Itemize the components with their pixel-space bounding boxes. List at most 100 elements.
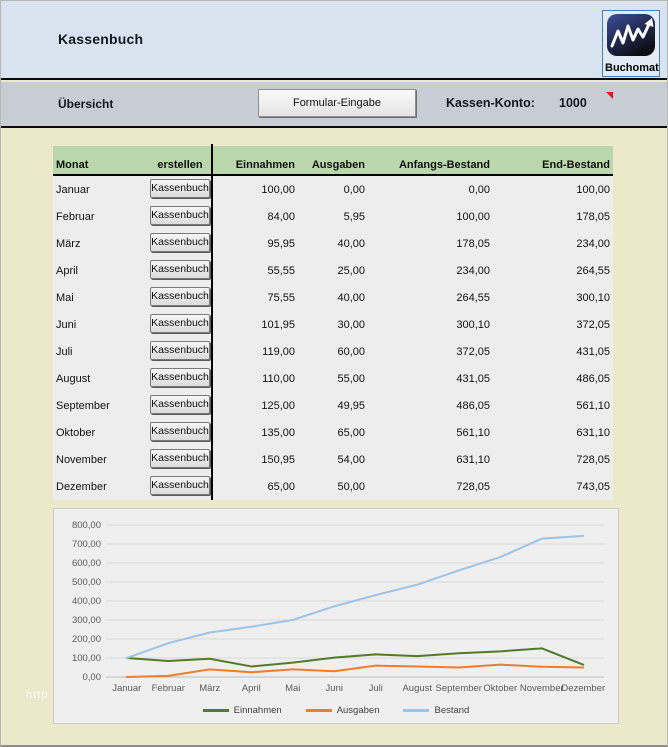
table-row: Februar Kassenbuch 84,00 5,95 100,00 178,05: [53, 203, 613, 230]
einnahmen-value: 150,95: [261, 453, 295, 466]
kassenbuch-button[interactable]: Kassenbuch: [150, 286, 210, 306]
header-ausgaben: Ausgaben: [311, 159, 365, 171]
section-label: Übersicht: [58, 97, 114, 111]
kassenbuch-button[interactable]: Kassenbuch: [150, 448, 210, 468]
table-row: Dezember Kassenbuch 65,00 50,00 728,05 743,05: [53, 473, 613, 500]
month-label: Mai: [56, 291, 74, 304]
einnahmen-value: 100,00: [261, 183, 295, 196]
kassenbuch-window: { "window": { "title": "Kassenbuch" }, "…: [0, 0, 668, 747]
einnahmen-value: 119,00: [262, 345, 295, 358]
x-tick-label: Februar: [152, 683, 185, 694]
x-tick-label: Mai: [285, 683, 300, 694]
toolbar: Übersicht Formular-Eingabe Kassen-Konto:…: [1, 82, 667, 128]
app-header: Kassenbuch Buchomat: [1, 1, 667, 80]
end-bestand-value: 743,05: [576, 480, 610, 493]
months-table: Monat erstellen Einnahmen Ausgaben Anfan…: [53, 144, 613, 500]
legend-label: Ausgaben: [336, 705, 380, 716]
page-title: Kassenbuch: [58, 31, 144, 47]
month-label: Januar: [56, 183, 90, 196]
y-tick-label: 200,00: [72, 634, 101, 645]
einnahmen-value: 75,55: [267, 291, 295, 304]
series-line-einnahmen: [125, 647, 585, 668]
x-tick-label: Januar: [112, 683, 141, 694]
table-row: Juni Kassenbuch 101,95 30,00 300,10 372,05: [53, 311, 613, 338]
ausgaben-value: 55,00: [337, 372, 365, 385]
x-tick-label: Dezember: [561, 683, 605, 694]
einnahmen-value: 125,00: [261, 399, 295, 412]
logo-brand-text: Buchomat: [605, 62, 659, 74]
y-tick-label: 300,00: [72, 615, 101, 626]
kassenbuch-button[interactable]: Kassenbuch: [150, 178, 210, 198]
table-body: Januar Kassenbuch 100,00 0,00 0,00 100,00 Febr…: [53, 176, 613, 500]
legend-line-swatch: [305, 709, 332, 712]
table-row: September Kassenbuch 125,00 49,95 486,05 561,…: [53, 392, 613, 419]
header-monat: Monat: [56, 159, 89, 171]
y-tick-label: 600,00: [72, 558, 101, 569]
end-bestand-value: 431,05: [576, 345, 610, 358]
kassen-konto-value: 1000: [559, 96, 587, 110]
series-line-bestand: [125, 534, 585, 659]
einnahmen-value: 65,00: [267, 480, 295, 493]
month-label: September: [56, 399, 110, 412]
month-label: Februar: [56, 210, 95, 223]
einnahmen-value: 101,95: [261, 318, 295, 331]
month-label: April: [56, 264, 79, 277]
legend-line-swatch: [202, 709, 229, 712]
anfangs-bestand-value: 100,00: [456, 210, 490, 223]
month-label: Juli: [56, 345, 73, 358]
ausgaben-value: 40,00: [337, 291, 365, 304]
einnahmen-value: 55,55: [267, 264, 295, 277]
ausgaben-value: 0,00: [343, 183, 365, 196]
kassenbuch-button[interactable]: Kassenbuch: [150, 475, 210, 495]
table-row: Juli Kassenbuch 119,00 60,00 372,05 431,05: [53, 338, 613, 365]
table-row: November Kassenbuch 150,95 54,00 631,10 728,0…: [53, 446, 613, 473]
kassenbuch-chart: 0,00 100,00 200,00 300,00 400,00 500,00 600,00…: [53, 508, 619, 724]
y-tick-label: 500,00: [72, 577, 101, 588]
kassenbuch-button[interactable]: Kassenbuch: [150, 421, 210, 441]
watermark-text: http: [26, 689, 49, 701]
anfangs-bestand-value: 431,05: [456, 372, 490, 385]
y-tick-label: 400,00: [72, 596, 101, 607]
month-label: November: [56, 453, 107, 466]
einnahmen-value: 84,00: [267, 210, 295, 223]
legend-item: Ausgaben: [305, 705, 380, 716]
end-bestand-value: 100,00: [576, 183, 610, 196]
einnahmen-value: 110,00: [262, 372, 295, 385]
kassenbuch-button[interactable]: Kassenbuch: [150, 394, 210, 414]
x-tick-label: April: [242, 683, 261, 694]
y-tick-label: 800,00: [72, 520, 101, 531]
ausgaben-value: 65,00: [337, 426, 365, 439]
end-bestand-value: 372,05: [576, 318, 610, 331]
end-bestand-value: 178,05: [576, 210, 610, 223]
buchomat-logo: Buchomat: [602, 10, 660, 77]
kassenbuch-button[interactable]: Kassenbuch: [150, 313, 210, 333]
chart-plot: 0,00 100,00 200,00 300,00 400,00 500,00 600,00…: [72, 520, 605, 694]
legend-item: Bestand: [403, 705, 469, 716]
column-divider: [211, 144, 213, 500]
table-row: August Kassenbuch 110,00 55,00 431,05 486,05: [53, 365, 613, 392]
einnahmen-value: 135,00: [261, 426, 295, 439]
legend-line-swatch: [403, 709, 430, 712]
y-tick-label: 0,00: [83, 672, 102, 683]
header-einnahmen: Einnahmen: [235, 159, 295, 171]
x-tick-label: Oktober: [483, 683, 517, 694]
x-tick-label: Juni: [326, 683, 343, 694]
kassen-konto-label: Kassen-Konto:: [446, 96, 535, 110]
anfangs-bestand-value: 300,10: [456, 318, 490, 331]
x-tick-label: März: [199, 683, 220, 694]
end-bestand-value: 300,10: [576, 291, 610, 304]
kassenbuch-button[interactable]: Kassenbuch: [150, 367, 210, 387]
ausgaben-value: 50,00: [337, 480, 365, 493]
y-tick-label: 100,00: [72, 653, 101, 664]
table-row: Januar Kassenbuch 100,00 0,00 0,00 100,00: [53, 176, 613, 203]
end-bestand-value: 728,05: [576, 453, 610, 466]
anfangs-bestand-value: 178,05: [456, 237, 490, 250]
formular-eingabe-button[interactable]: Formular-Eingabe: [258, 89, 416, 117]
einnahmen-value: 95,95: [267, 237, 295, 250]
kassenbuch-button[interactable]: Kassenbuch: [150, 259, 210, 279]
y-tick-label: 700,00: [72, 539, 101, 550]
kassenbuch-button[interactable]: Kassenbuch: [150, 232, 210, 252]
kassenbuch-button[interactable]: Kassenbuch: [150, 340, 210, 360]
kassenbuch-button[interactable]: Kassenbuch: [150, 205, 210, 225]
table-row: April Kassenbuch 55,55 25,00 234,00 264,55: [53, 257, 613, 284]
